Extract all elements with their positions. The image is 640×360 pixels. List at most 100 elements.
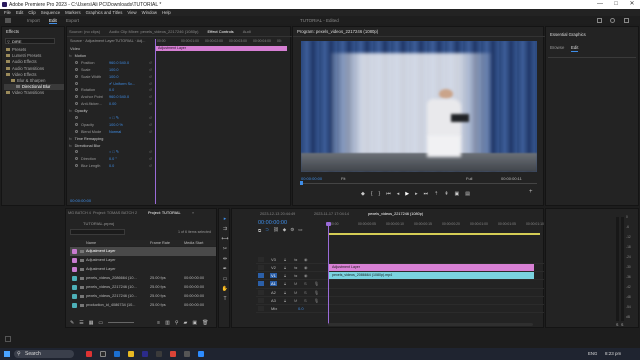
effect-property-row[interactable]: Rotation 0.0 ↺ (69, 87, 155, 94)
reset-icon[interactable]: ↺ (149, 67, 152, 74)
scrubber-track[interactable] (301, 183, 537, 184)
menu-graphics-and-titles[interactable]: Graphics and Titles (86, 10, 123, 15)
track-select-icon[interactable]: ⇉ (221, 224, 229, 234)
property-value[interactable]: 960.0 540.0 (109, 60, 129, 67)
play-icon[interactable]: ▶ (405, 191, 409, 197)
type-tool-icon[interactable]: T (221, 294, 229, 304)
clock[interactable]: 8:23 pm (605, 351, 621, 356)
automate-icon[interactable]: ▥ (165, 320, 170, 326)
project-item[interactable]: pexels_videos_2217246 (10... 25.00 fps 00:… (70, 292, 216, 301)
eye-icon[interactable]: ◉ (304, 257, 308, 262)
list-view-icon[interactable]: ☰ (79, 320, 83, 326)
eg-tab-browse[interactable]: Browse (550, 45, 564, 50)
work-area-bar[interactable] (328, 233, 540, 235)
scrubber-playhead[interactable] (300, 181, 303, 185)
eye-icon[interactable]: ◉ (304, 265, 308, 270)
menu-help[interactable]: Help (162, 10, 171, 15)
effect-property-row[interactable]: fx Directional Blur (69, 143, 155, 150)
find-icon[interactable]: ⚲ (175, 320, 179, 326)
ec-header-tab[interactable]: Effect Controls (208, 29, 234, 34)
effect-property-row[interactable]: Scale 100.0 ↺ (69, 67, 155, 74)
file-explorer-icon[interactable] (128, 351, 134, 357)
effects-tree-item[interactable]: Video Transitions (4, 90, 64, 96)
effect-property-row[interactable]: Scale Width 100.0 ↺ (69, 74, 155, 81)
track-label[interactable]: A3 (270, 298, 277, 303)
timeline-sequence-tab[interactable]: pexels_videos_2217246 (1080p) (368, 212, 423, 216)
property-value[interactable]: 0.0 (109, 163, 114, 170)
stopwatch-icon[interactable] (75, 150, 78, 154)
lock-icon[interactable]: 🔒︎ (284, 281, 286, 286)
stopwatch-icon[interactable] (75, 95, 78, 99)
write-protect-icon[interactable]: ✎ (70, 320, 74, 326)
effect-property-row[interactable]: Opacity 100.0 % ↺ (69, 122, 155, 129)
track-label[interactable]: Mix (270, 306, 278, 311)
solo-icon[interactable]: S (304, 298, 307, 303)
solo-left-button[interactable]: S (616, 323, 618, 327)
stopwatch-icon[interactable] (75, 129, 78, 133)
quality-dropdown[interactable]: Full (466, 176, 472, 181)
minimize-button[interactable]: — (592, 0, 608, 9)
windows-start-icon[interactable] (4, 351, 10, 357)
add-marker-icon[interactable]: ◆ (283, 227, 286, 233)
tab-program[interactable]: Program: pexels_videos_2217246 (1080p) (297, 29, 378, 34)
stopwatch-icon[interactable] (75, 116, 78, 120)
menu-edit[interactable]: Edit (16, 10, 23, 15)
track-label[interactable]: V1 (270, 273, 277, 278)
effect-property-row[interactable]: Blend Mode Normal ↺ (69, 129, 155, 136)
eye-icon[interactable]: ◉ (304, 273, 308, 278)
effect-property-row[interactable]: Blur Length 0.0 ↺ (69, 163, 155, 170)
project-tab[interactable]: MG BATCH 4 (68, 211, 91, 215)
razor-tool-icon[interactable]: ✂ (221, 244, 229, 254)
track-target-toggle[interactable] (258, 265, 264, 270)
tab-export[interactable]: Export (66, 18, 79, 23)
timeline-playhead[interactable] (328, 223, 329, 325)
ec-playhead[interactable] (155, 39, 156, 204)
reset-icon[interactable]: ↺ (149, 74, 152, 81)
store-icon[interactable] (156, 351, 162, 357)
project-item[interactable]: Adjustment Layer (70, 256, 216, 265)
reset-icon[interactable]: ↺ (149, 81, 152, 88)
timeline-clip[interactable]: pexels_videos_2086664 (1080p).mp4 (329, 272, 534, 279)
ec-timecode[interactable]: 00:00:00:00 (70, 198, 91, 203)
track-target-toggle[interactable] (258, 306, 264, 311)
item-color-label[interactable] (72, 258, 77, 263)
item-color-label[interactable] (72, 285, 77, 290)
stopwatch-icon[interactable] (75, 81, 78, 85)
program-timecode[interactable]: 00:00:00:00 (301, 176, 322, 181)
step-back-icon[interactable]: ◂ (397, 191, 400, 197)
stopwatch-icon[interactable] (75, 164, 78, 168)
track-target-toggle[interactable] (258, 257, 264, 262)
taskbar-search-input[interactable]: Search (14, 350, 74, 358)
quick-export-icon[interactable] (597, 17, 602, 23)
clear-icon[interactable]: 🗑 (202, 320, 208, 326)
step-forward-icon[interactable]: ▸ (415, 191, 418, 197)
video-frame[interactable] (301, 41, 537, 172)
mute-icon[interactable]: M (294, 290, 297, 295)
sync-lock-icon[interactable]: ⇆ (294, 273, 297, 278)
track-label[interactable]: A2 (270, 290, 277, 295)
effect-property-row[interactable]: ✔ Uniform Sc... ↺ (69, 81, 155, 88)
ec-clip-bar[interactable]: Adjustment Layer (155, 46, 287, 51)
property-value[interactable]: 0.0 ° (109, 156, 117, 163)
menu-view[interactable]: View (127, 10, 136, 15)
zoom-slider[interactable] (108, 322, 135, 323)
pen-tool-icon[interactable]: ✒ (221, 264, 229, 274)
project-tab[interactable]: Project: TUTORIAL (148, 211, 181, 215)
project-item[interactable]: production_id_4086734 (10... 25.00 fps 00:… (70, 301, 216, 310)
eg-tab-edit[interactable]: Edit (571, 45, 578, 50)
menu-markers[interactable]: Markers (65, 10, 81, 15)
mic-icon[interactable]: 🎙︎ (314, 281, 319, 286)
timeline-sequence-tab[interactable]: 2023-12-13 20:44:49 (260, 212, 295, 216)
project-item[interactable]: pexels_videos_2217246 (10... 25.00 fps 00:… (70, 283, 216, 292)
property-value[interactable]: ○ □ ✎ (109, 115, 119, 122)
effects-search-input[interactable]: DIRE (5, 38, 55, 44)
project-item[interactable]: Adjustment Layer (70, 265, 216, 274)
compare-icon[interactable]: ▤ (465, 191, 470, 197)
reset-icon[interactable]: ↺ (149, 60, 152, 67)
rectangle-tool-icon[interactable]: ▭ (221, 274, 229, 284)
tab-import[interactable]: Import (27, 18, 40, 23)
timeline-settings-icon[interactable]: ⚙ (290, 227, 294, 233)
reset-icon[interactable]: ↺ (149, 163, 152, 170)
mix-value[interactable]: 0.0 (298, 306, 304, 311)
stopwatch-icon[interactable] (75, 74, 78, 78)
